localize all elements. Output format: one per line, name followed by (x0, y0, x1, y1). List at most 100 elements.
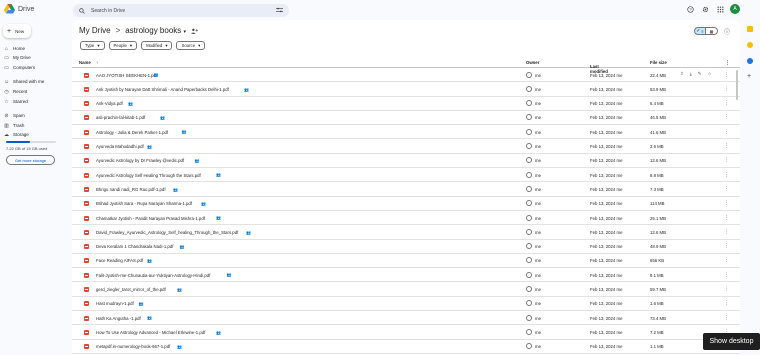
file-name[interactable]: Brihad Jyotish Sara - Rupa Narayan Sharm… (96, 201, 192, 206)
file-name[interactable]: asli-prachin-lal-kitab-1.pdf (96, 115, 145, 120)
tasks-icon[interactable] (747, 58, 753, 64)
sidebar-item-storage[interactable]: ☁ Storage (4, 131, 29, 138)
file-name[interactable]: Ank Jyotish by Narayan Datt Shrimali - A… (96, 87, 229, 92)
drive-logo[interactable]: Drive (4, 4, 34, 14)
sidebar-item-shared[interactable]: ☺ Shared with me (4, 78, 44, 85)
sidebar-item-trash[interactable]: ▥ Trash (4, 122, 24, 129)
more-actions-icon[interactable]: ⋮ (724, 72, 729, 78)
sidebar-item-starred[interactable]: ☆ Starred (4, 98, 28, 105)
filter-modified[interactable]: Modified ▾ (141, 41, 173, 50)
table-row[interactable]: Hast mudrayn-1.pdf 👥 me Feb 13, 2024 me 1.6 … (72, 297, 740, 312)
more-actions-icon[interactable]: ⋮ (724, 315, 729, 321)
file-name[interactable]: Ank-Vidya.pdf (96, 101, 123, 106)
table-row[interactable]: Chamatkar Jyotish - Pandit Narayan Prasa… (72, 211, 740, 226)
table-row[interactable]: Astrology - Julia & Derek Parker-1.pdf 👥 m… (72, 125, 740, 140)
share-folder-icon[interactable] (191, 28, 199, 34)
add-addon-icon[interactable]: + (747, 73, 753, 80)
new-button[interactable]: + New (3, 24, 31, 38)
filter-people[interactable]: People ▾ (108, 41, 138, 50)
calendar-icon[interactable] (747, 26, 753, 32)
file-name[interactable]: David_Frawley_Ayurvedic_Astrology_Self_h… (96, 230, 238, 235)
sidebar-item-spam[interactable]: ⊘ Spam (4, 112, 24, 119)
table-row[interactable]: Bhrigu nandi nadi_RG Rao.pdf-1.pdf 👥 me Feb… (72, 182, 740, 197)
table-row[interactable]: How To Use Astrology Advanced - Michael … (72, 325, 740, 340)
column-file-size[interactable]: File size (650, 60, 667, 65)
apps-grid-icon[interactable] (715, 4, 725, 14)
more-actions-icon[interactable]: ⋮ (724, 100, 729, 106)
file-name[interactable]: Bhrigu nandi nadi_RG Rao.pdf-1.pdf (96, 187, 166, 192)
sidebar-item-recent[interactable]: ◷ Recent (4, 88, 27, 95)
info-icon[interactable]: ⓘ (724, 27, 730, 36)
more-actions-icon[interactable]: ⋮ (724, 229, 729, 235)
more-actions-icon[interactable]: ⋮ (724, 129, 729, 135)
more-actions-icon[interactable]: ⋮ (724, 272, 729, 278)
more-actions-icon[interactable]: ⋮ (724, 114, 729, 120)
more-actions-icon[interactable]: ⋮ (724, 300, 729, 306)
get-more-storage-button[interactable]: Get more storage (6, 155, 55, 165)
table-row[interactable]: Ayurvedic Astrology Self Healing Through… (72, 168, 740, 183)
file-name[interactable]: Face Reading AIFAS.pdf (96, 258, 143, 263)
more-actions-icon[interactable]: ⋮ (724, 286, 729, 292)
column-owner[interactable]: Owner (526, 60, 539, 65)
file-name[interactable]: Chamatkar Jyotish - Pandit Narayan Prasa… (96, 216, 205, 221)
search-options-icon[interactable] (276, 7, 283, 13)
share-icon[interactable]: ⇪ (680, 71, 684, 77)
more-actions-icon[interactable]: ⋮ (724, 200, 729, 206)
more-actions-icon[interactable]: ⋮ (724, 172, 729, 178)
rename-icon[interactable]: ✎ (698, 71, 702, 77)
table-row[interactable]: Face Reading AIFAS.pdf 👥 me Feb 13, 2024 me… (72, 254, 740, 269)
file-name[interactable]: Ayurveda Mahodadhi.pdf (96, 144, 144, 149)
more-options-icon[interactable]: ⋮ (725, 60, 730, 66)
search-bar[interactable]: Search in Drive (73, 4, 289, 17)
avatar[interactable]: A (730, 4, 740, 14)
breadcrumb-root[interactable]: My Drive (79, 26, 111, 35)
more-actions-icon[interactable]: ⋮ (724, 243, 729, 249)
sort-arrow-up-icon[interactable]: ↑ (96, 60, 98, 65)
table-row[interactable]: David_Frawley_Ayurvedic_Astrology_Self_h… (72, 225, 740, 240)
file-name[interactable]: Deva Keralam 1 Chandrakala Nadi-1.pdf (96, 244, 173, 249)
table-row[interactable]: metapdf.in-numerology-book-667-1.pdf 👥 me F… (72, 340, 740, 354)
grid-view-button[interactable]: ▦ (706, 27, 718, 35)
sidebar-item-my-drive[interactable]: ▭ My Drive (4, 54, 31, 61)
more-actions-icon[interactable]: ⋮ (724, 143, 729, 149)
settings-icon[interactable] (700, 4, 710, 14)
breadcrumb-current-folder[interactable]: astrology books ▾ (125, 26, 186, 35)
help-icon[interactable]: ? (685, 4, 695, 14)
file-name[interactable]: Astrology - Julia & Derek Parker-1.pdf (96, 130, 168, 135)
file-name[interactable]: Hath Ka Angutha -1.pdf (96, 316, 141, 321)
file-name[interactable]: gerd_ziegler_tarot_mirror_of_the.pdf (96, 287, 166, 292)
file-name[interactable]: metapdf.in-numerology-book-667-1.pdf (96, 344, 170, 349)
search-icon[interactable] (79, 7, 85, 14)
show-desktop-button[interactable]: Show desktop (703, 333, 760, 350)
column-name[interactable]: Name (79, 60, 91, 65)
more-actions-icon[interactable]: ⋮ (724, 86, 729, 92)
sidebar-item-home[interactable]: ⌂ Home (4, 45, 25, 52)
scrollbar[interactable] (736, 70, 738, 100)
list-view-button[interactable]: ✓ ≡ (694, 27, 706, 35)
filter-source[interactable]: Source ▾ (176, 41, 206, 50)
star-icon[interactable]: ☆ (708, 71, 712, 77)
file-name[interactable]: Ayurvedic Astrology Self Healing Through… (96, 173, 201, 178)
filter-type[interactable]: Type ▾ (80, 41, 105, 50)
more-actions-icon[interactable]: ⋮ (724, 215, 729, 221)
table-row[interactable]: AAO JYOTISH SEEKHEN-1.pdf 👥 me Feb 13, 2024… (72, 68, 740, 83)
table-row[interactable]: Ank Jyotish by Narayan Datt Shrimali - A… (72, 82, 740, 97)
more-actions-icon[interactable]: ⋮ (724, 257, 729, 263)
file-name[interactable]: Falit-Jyotish-me-Chunautia-aur-Yuktiyan-… (96, 273, 210, 278)
file-name[interactable]: Hast mudrayn-1.pdf (96, 301, 134, 306)
table-row[interactable]: Ayurveda Mahodadhi.pdf 👥 me Feb 13, 2024 me… (72, 140, 740, 154)
table-row[interactable]: Falit-Jyotish-me-Chunautia-aur-Yuktiyan-… (72, 268, 740, 283)
file-name[interactable]: How To Use Astrology Advanced - Michael … (96, 330, 205, 335)
more-actions-icon[interactable]: ⋮ (724, 157, 729, 163)
file-name[interactable]: Ayurvedic Astrology by Dr Frawley @vedic… (96, 158, 184, 163)
table-row[interactable]: Ank-Vidya.pdf 👥 me Feb 13, 2024 me 6.4 MB ⋮ (72, 97, 740, 111)
table-row[interactable]: Hath Ka Angutha -1.pdf 👥 me Feb 13, 2024 me… (72, 311, 740, 326)
table-row[interactable]: asli-prachin-lal-kitab-1.pdf 👥 me Feb 13, 2… (72, 111, 740, 126)
table-row[interactable]: Deva Keralam 1 Chandrakala Nadi-1.pdf 👥 me… (72, 240, 740, 254)
search-input[interactable]: Search in Drive (91, 8, 125, 14)
more-actions-icon[interactable]: ⋮ (724, 186, 729, 192)
download-icon[interactable]: ⤓ (690, 71, 692, 77)
keep-icon[interactable] (747, 42, 753, 48)
sidebar-item-computers[interactable]: ▭ Computers (4, 64, 35, 71)
table-row[interactable]: gerd_ziegler_tarot_mirror_of_the.pdf 👥 me F… (72, 283, 740, 297)
